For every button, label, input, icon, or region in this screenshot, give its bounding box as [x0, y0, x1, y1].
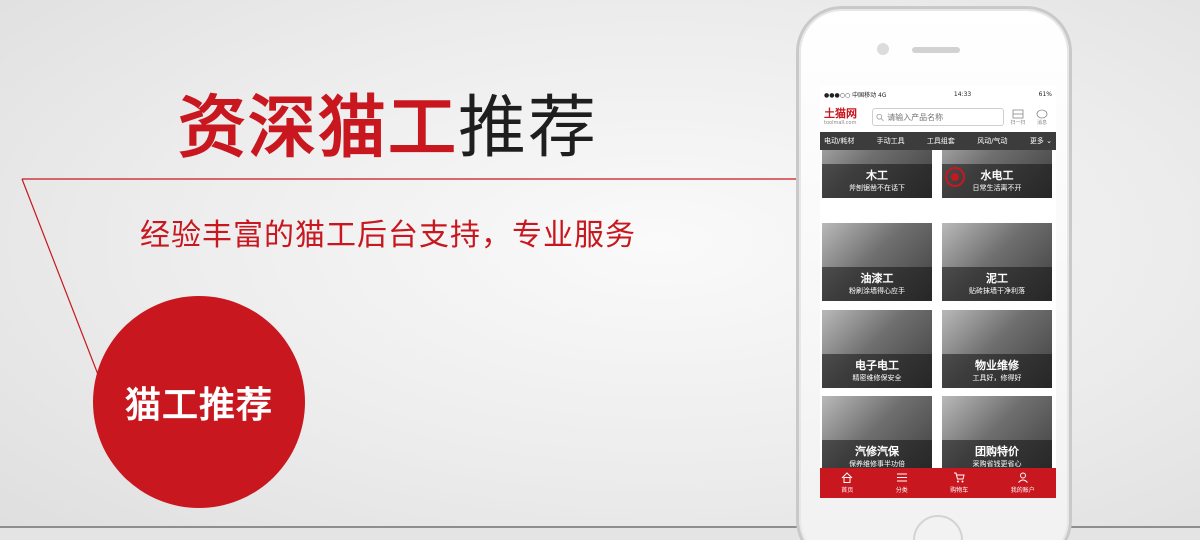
- card-caption: 木工 斧刨锯凿不在话下: [822, 164, 932, 198]
- logo[interactable]: 土猫网 toolmall.com: [824, 107, 868, 127]
- worker-card[interactable]: 油漆工 粉刷涂墙得心应手: [822, 223, 932, 301]
- tab-label: 我的账户: [1010, 487, 1035, 494]
- category-item[interactable]: 手动工具: [877, 136, 905, 146]
- tab-label: 购物车: [950, 487, 969, 494]
- search-input[interactable]: [887, 112, 1000, 122]
- card-subtitle: 工具好，修得好: [972, 374, 1022, 382]
- card-caption: 汽修汽保 保养维修事半功倍: [822, 440, 932, 468]
- connector-diagonal: [21, 178, 105, 391]
- camera-icon: [877, 43, 889, 55]
- card-subtitle: 贴砖抹墙干净利落: [969, 287, 1025, 295]
- search-icon: [876, 113, 884, 121]
- card-caption: 团购特价 采购省钱更省心: [942, 440, 1052, 468]
- card-title: 团购特价: [975, 445, 1019, 458]
- card-title: 水电工: [980, 169, 1014, 182]
- message-icon: [1036, 109, 1048, 118]
- category-more-label: 更多: [1029, 137, 1044, 145]
- home-button[interactable]: [913, 515, 963, 540]
- card-title: 物业维修: [975, 359, 1019, 372]
- chevron-down-icon: ⌄: [1046, 137, 1052, 145]
- home-icon: [841, 472, 853, 483]
- worker-card[interactable]: 电子电工 精密维修保安全: [822, 310, 932, 388]
- scan-icon: [1012, 109, 1024, 118]
- message-button[interactable]: 消息: [1032, 109, 1052, 126]
- card-caption: 泥工 贴砖抹墙干净利落: [942, 267, 1052, 301]
- card-subtitle: 保养维修事半功倍: [849, 460, 905, 468]
- target-marker-icon: [945, 167, 965, 187]
- category-more[interactable]: 更多 ⌄: [1030, 136, 1052, 146]
- list-icon: [896, 473, 907, 482]
- badge: 猫工推荐: [93, 296, 305, 508]
- app-header: 土猫网 toolmall.com 扫一扫 消息: [820, 102, 1056, 132]
- logo-domain: toolmall.com: [824, 120, 857, 126]
- tab-cart[interactable]: 购物车: [950, 472, 968, 494]
- status-time: 14:33: [953, 90, 972, 98]
- worker-card[interactable]: 木工 斧刨锯凿不在话下: [822, 150, 932, 198]
- tab-account[interactable]: 我的账户: [1011, 472, 1035, 494]
- card-subtitle: 采购省钱更省心: [972, 460, 1022, 468]
- tab-label: 分类: [895, 487, 908, 494]
- card-subtitle: 粉刷涂墙得心应手: [849, 287, 905, 295]
- card-caption: 油漆工 粉刷涂墙得心应手: [822, 267, 932, 301]
- logo-text: 土猫网: [824, 107, 857, 120]
- bottom-tab-bar: 首页 分类 购物车 我的账户: [820, 468, 1056, 498]
- card-title: 电子电工: [855, 359, 899, 372]
- status-carrier: ●●●○○ 中国移动 4G: [824, 91, 887, 99]
- card-title: 汽修汽保: [855, 445, 899, 458]
- phone-screen: ●●●○○ 中国移动 4G 14:33 61% 土猫网 toolmall.com…: [820, 86, 1056, 498]
- worker-card[interactable]: 物业维修 工具好，修得好: [942, 310, 1052, 388]
- status-battery: 61%: [1038, 90, 1052, 98]
- card-title: 油漆工: [860, 272, 894, 285]
- card-subtitle: 斧刨锯凿不在话下: [849, 184, 905, 192]
- worker-card[interactable]: 团购特价 采购省钱更省心: [942, 396, 1052, 468]
- message-label: 消息: [1036, 119, 1047, 126]
- worker-grid: 木工 斧刨锯凿不在话下 水电工 日常生活离不开 油漆工 粉刷涂墙得心应手 泥工 …: [820, 150, 1056, 468]
- category-bar: 电动/耗材 手动工具 工具组套 风动/气动 更多 ⌄: [820, 132, 1056, 150]
- cart-icon: [954, 472, 965, 483]
- speaker-icon: [912, 47, 960, 53]
- tab-category[interactable]: 分类: [896, 472, 908, 494]
- user-icon: [1017, 472, 1028, 483]
- card-subtitle: 日常生活离不开: [972, 184, 1022, 192]
- worker-card[interactable]: 泥工 贴砖抹墙干净利落: [942, 223, 1052, 301]
- category-item[interactable]: 工具组套: [927, 136, 955, 146]
- category-item[interactable]: 电动/耗材: [824, 136, 854, 146]
- scan-label: 扫一扫: [1010, 119, 1026, 126]
- tab-label: 首页: [841, 487, 854, 494]
- card-subtitle: 精密维修保安全: [852, 374, 902, 382]
- search-box[interactable]: [872, 108, 1004, 126]
- card-caption: 电子电工 精密维修保安全: [822, 354, 932, 388]
- card-title: 泥工: [986, 272, 1008, 285]
- status-bar: ●●●○○ 中国移动 4G 14:33 61%: [820, 86, 1056, 102]
- category-item[interactable]: 风动/气动: [977, 136, 1007, 146]
- worker-card[interactable]: 汽修汽保 保养维修事半功倍: [822, 396, 932, 468]
- tab-home[interactable]: 首页: [841, 472, 853, 494]
- badge-label: 猫工推荐: [124, 385, 273, 426]
- card-caption: 物业维修 工具好，修得好: [942, 354, 1052, 388]
- scan-button[interactable]: 扫一扫: [1008, 109, 1028, 126]
- card-title: 木工: [866, 169, 888, 182]
